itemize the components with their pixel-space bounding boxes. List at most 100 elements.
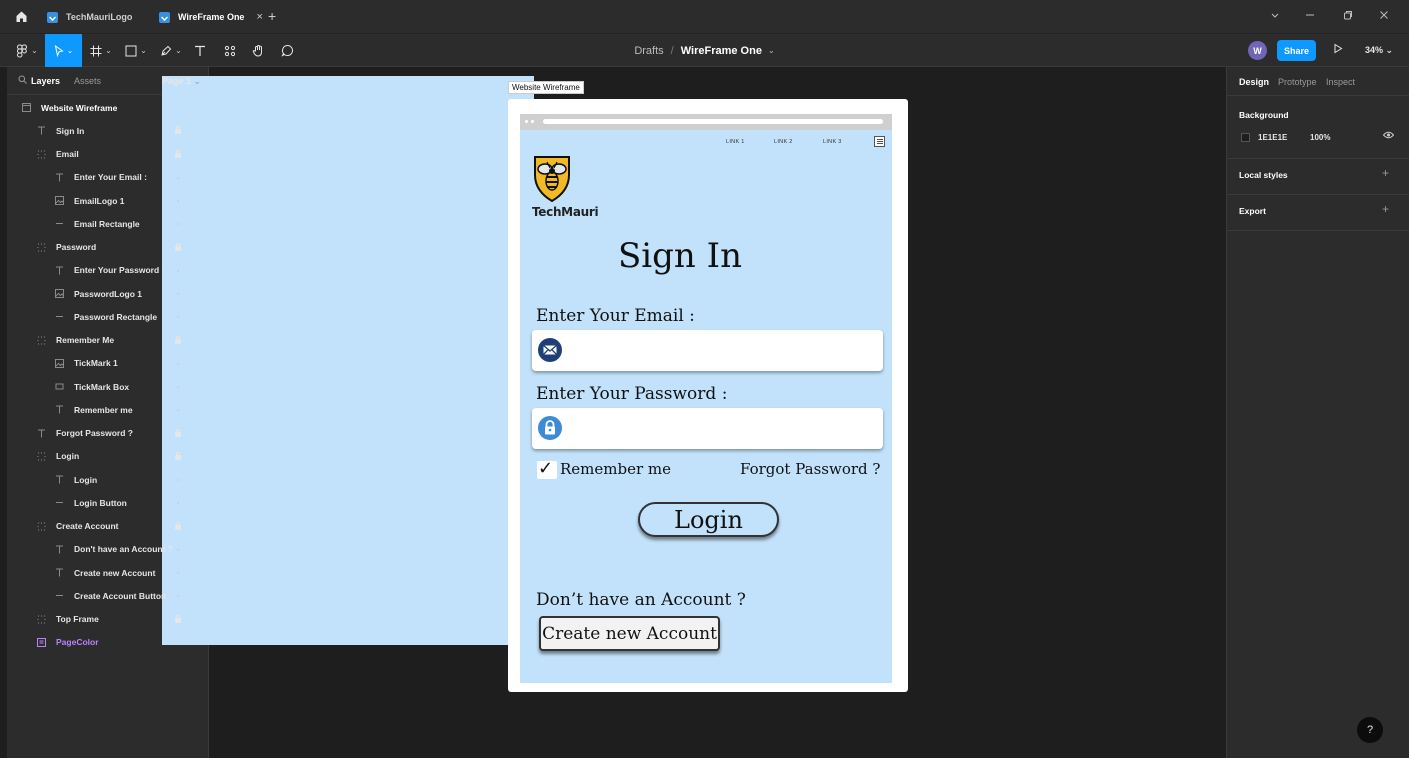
layer-row[interactable]: Login (7, 445, 209, 468)
page-selector[interactable]: Page 1 ⌄ (162, 76, 534, 645)
close-window-icon[interactable] (1379, 9, 1389, 23)
lock-icon[interactable] (175, 126, 181, 135)
chevron-down-icon[interactable]: ⌄ (768, 46, 775, 55)
layer-row[interactable]: TickMark Box (7, 375, 209, 398)
layer-row[interactable]: Top Frame (7, 608, 209, 631)
layer-row[interactable]: Login Button (7, 491, 209, 514)
layer-dot-icon[interactable] (177, 223, 179, 226)
eye-icon[interactable] (1382, 131, 1395, 141)
move-tool-button[interactable]: ⌄ (45, 34, 82, 67)
close-tab-icon[interactable]: × (256, 11, 262, 23)
add-export-icon[interactable]: + (1382, 202, 1389, 216)
layer-dot-icon[interactable] (177, 200, 179, 202)
nav-link-3[interactable]: LINK 3 (823, 139, 842, 145)
image-icon (52, 289, 66, 298)
layer-row[interactable]: Create Account (7, 515, 209, 538)
lock-icon[interactable] (175, 242, 181, 251)
chevron-down-icon: ⌄ (193, 76, 202, 86)
layer-row[interactable]: Create Account Button (7, 584, 209, 607)
layer-dot-icon[interactable] (177, 362, 179, 365)
layer-dot-icon[interactable] (177, 293, 179, 295)
layer-row[interactable]: Password Rectangle (7, 305, 209, 328)
share-button[interactable]: Share (1277, 40, 1316, 61)
hamburger-menu-icon[interactable] (874, 136, 885, 147)
minimize-window-icon[interactable] (1305, 9, 1315, 23)
layer-row[interactable]: Create new Account (7, 561, 209, 584)
layer-row[interactable]: TickMark 1 (7, 352, 209, 375)
layer-row[interactable]: Password (7, 236, 209, 259)
background-opacity-input[interactable]: 100% (1310, 133, 1330, 142)
hand-tool-button[interactable] (247, 34, 269, 67)
chevron-down-icon[interactable] (1270, 9, 1280, 23)
login-button[interactable]: Login (638, 502, 779, 537)
layer-dot-icon[interactable] (177, 595, 179, 598)
home-icon[interactable] (15, 10, 28, 23)
layer-row[interactable]: EmailLogo 1 (7, 189, 209, 212)
layer-dot-icon[interactable] (177, 176, 179, 179)
breadcrumb-file[interactable]: WireFrame One (681, 45, 762, 57)
layer-dot-icon[interactable] (177, 572, 179, 574)
nav-link-1[interactable]: LINK 1 (726, 139, 745, 145)
add-local-style-icon[interactable]: + (1382, 166, 1389, 180)
layer-row[interactable]: Email (7, 143, 209, 166)
main-menu-button[interactable]: ⌄ (12, 34, 42, 67)
layer-row[interactable]: Don't have an Account ? (7, 538, 209, 561)
layer-dot-icon[interactable] (177, 502, 179, 505)
layer-row[interactable]: Remember Me (7, 329, 209, 352)
layer-row[interactable]: Remember me (7, 398, 209, 421)
layer-row[interactable]: Login (7, 468, 209, 491)
tab-wireframe-one[interactable]: WireFrame One × (159, 7, 263, 27)
layer-dot-icon[interactable] (177, 479, 179, 481)
lock-icon[interactable] (175, 335, 181, 344)
breadcrumb-folder[interactable]: Drafts (634, 45, 663, 57)
layer-row[interactable]: PageColor (7, 631, 209, 654)
tab-assets[interactable]: Assets (74, 76, 101, 86)
layer-dot-icon[interactable] (177, 548, 179, 551)
layer-dot-icon[interactable] (177, 269, 179, 272)
resources-button[interactable] (219, 34, 241, 67)
layer-row[interactable]: Website Wireframe (7, 96, 209, 119)
layer-label: Remember me (74, 404, 133, 415)
layer-row[interactable]: Email Rectangle (7, 212, 209, 235)
frame-label[interactable]: Website Wireframe (508, 81, 584, 94)
help-button[interactable]: ? (1357, 717, 1383, 743)
new-tab-button[interactable]: + (268, 8, 276, 24)
tab-design[interactable]: Design (1239, 77, 1269, 87)
present-play-icon[interactable] (1333, 43, 1343, 57)
remember-checkbox[interactable]: ✓ (537, 458, 557, 479)
layer-dot-icon[interactable] (177, 409, 179, 412)
nav-link-2[interactable]: LINK 2 (774, 139, 793, 145)
layer-dot-icon[interactable] (177, 386, 179, 388)
background-color-swatch[interactable] (1241, 133, 1250, 142)
layer-row[interactable]: Forgot Password ? (7, 422, 209, 445)
avatar[interactable]: W (1248, 41, 1267, 60)
forgot-password-link[interactable]: Forgot Password ? (740, 460, 880, 478)
layer-row[interactable]: Enter Your Password : (7, 259, 209, 282)
lock-icon[interactable] (175, 149, 181, 158)
layer-row[interactable]: PasswordLogo 1 (7, 282, 209, 305)
tab-prototype[interactable]: Prototype (1278, 77, 1317, 87)
zoom-menu[interactable]: 34% ⌄ (1365, 45, 1393, 56)
shape-tool-button[interactable]: ⌄ (121, 34, 151, 67)
email-field[interactable] (532, 330, 883, 371)
layer-row[interactable]: Enter Your Email : (7, 166, 209, 189)
lock-icon[interactable] (175, 614, 181, 623)
search-icon[interactable] (18, 75, 27, 87)
page-selector-label: Page 1 (162, 76, 192, 86)
layer-row[interactable]: Sign In (7, 119, 209, 142)
restore-window-icon[interactable] (1343, 9, 1353, 23)
lock-icon[interactable] (175, 451, 181, 460)
comment-tool-button[interactable] (276, 34, 298, 67)
frame-tool-button[interactable]: ⌄ (86, 34, 116, 67)
background-hex-input[interactable]: 1E1E1E (1258, 133, 1287, 142)
lock-icon[interactable] (175, 521, 181, 530)
create-account-button[interactable]: Create new Account (539, 616, 720, 651)
tab-layers[interactable]: Layers (31, 76, 60, 86)
password-field[interactable] (532, 408, 883, 449)
pen-tool-button[interactable]: ⌄ (156, 34, 186, 67)
layer-dot-icon[interactable] (177, 316, 179, 319)
tab-techmaurilogo[interactable]: TechMauriLogo (47, 7, 132, 27)
text-tool-button[interactable] (190, 34, 210, 67)
lock-icon[interactable] (175, 428, 181, 437)
tab-inspect[interactable]: Inspect (1326, 77, 1355, 87)
